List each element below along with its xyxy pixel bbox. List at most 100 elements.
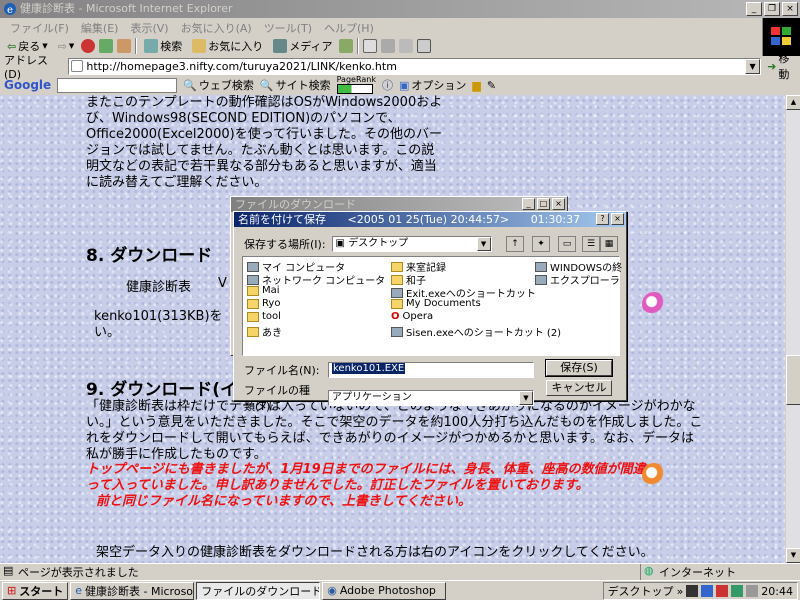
status-text: ページが表示されました <box>18 566 139 579</box>
chevron-right-icon[interactable]: » <box>677 585 684 598</box>
close-button[interactable]: × <box>552 198 565 210</box>
menu-edit[interactable]: 編集(E) <box>75 18 125 36</box>
download-icon-1[interactable] <box>642 292 666 316</box>
refresh-icon[interactable] <box>99 39 114 53</box>
desktop-toolbar-label[interactable]: デスクトップ <box>608 583 674 599</box>
folder-icon <box>247 326 259 337</box>
file-name: Sisen.exeへのショートカット (2) <box>406 328 562 339</box>
new-folder-icon[interactable]: ✦ <box>532 236 550 252</box>
vertical-scrollbar[interactable]: ▲ ▼ <box>785 95 800 563</box>
intro-paragraph: またこのテンプレートの動作確認はOSがWindows2000および、Window… <box>86 95 443 190</box>
search-icon <box>144 39 159 53</box>
tray-icon[interactable] <box>716 585 729 597</box>
address-input[interactable]: http://homepage3.nifty.com/turuya2021/LI… <box>68 57 762 75</box>
web-search-button[interactable]: 🔍 ウェブ検索 <box>183 77 254 93</box>
chevron-down-icon: ▼ <box>42 42 48 50</box>
google-search-input[interactable] <box>57 77 178 93</box>
restore-button[interactable]: □ <box>537 198 550 210</box>
status-bar: ▤ ページが表示されました ◍ インターネット <box>0 563 800 580</box>
media-icon <box>273 39 288 53</box>
menu-favorites[interactable]: お気に入り(A) <box>175 18 258 36</box>
menu-help[interactable]: ヘルプ(H) <box>318 18 380 36</box>
list-item[interactable]: エクスプローラ <box>535 272 620 287</box>
volume-icon[interactable] <box>746 585 759 597</box>
file-list[interactable]: マイ コンピュータ ネットワーク コンピュータ Mai Ryo tool あき … <box>242 256 622 356</box>
home-icon[interactable] <box>117 39 132 53</box>
windows-logo-icon <box>771 27 791 45</box>
save-location-select[interactable]: ▣ デスクトップ ▼ <box>331 236 492 252</box>
file-name: My Documents <box>406 298 481 309</box>
chevron-down-icon[interactable]: ▼ <box>476 237 491 251</box>
close-button[interactable]: × <box>782 2 798 16</box>
options-icon: ▣ <box>398 78 410 92</box>
chevron-down-icon[interactable]: ▼ <box>519 391 533 405</box>
search-button[interactable]: 検索 <box>141 37 185 55</box>
minimize-button[interactable]: _ <box>522 198 535 210</box>
menu-file[interactable]: ファイル(F) <box>4 18 75 36</box>
google-logo[interactable]: Google <box>4 78 51 92</box>
restore-button[interactable]: ❐ <box>764 2 780 16</box>
pencil-icon[interactable]: ✎ <box>487 79 496 92</box>
list-item[interactable]: O Opera <box>391 311 433 322</box>
pagerank-widget: PageRank <box>336 76 376 94</box>
edit-icon[interactable] <box>399 39 414 53</box>
status-message: ▤ ページが表示されました <box>0 564 640 580</box>
menu-view[interactable]: 表示(V) <box>124 18 174 36</box>
folder-icon[interactable]: ▆ <box>472 79 480 92</box>
file-name: Mai <box>262 285 280 296</box>
task-download-dialog[interactable]: ファイルのダウンロード <box>196 581 321 600</box>
scroll-thumb[interactable] <box>786 355 800 405</box>
cancel-button[interactable]: キャンセル <box>546 380 612 396</box>
scroll-down-icon[interactable]: ▼ <box>786 548 800 563</box>
save-button[interactable]: 保存(S) <box>545 359 613 377</box>
tray-icon[interactable] <box>731 585 744 597</box>
list-item[interactable]: あき <box>247 324 282 339</box>
list-item[interactable]: tool <box>247 311 281 322</box>
tray-icon[interactable] <box>686 585 699 597</box>
options-button[interactable]: ▣ オプション <box>399 77 466 93</box>
minimize-button[interactable]: _ <box>746 2 762 16</box>
close-button[interactable]: × <box>611 213 624 225</box>
media-button[interactable]: メディア <box>270 37 335 55</box>
discuss-icon[interactable] <box>417 39 432 53</box>
print-icon[interactable] <box>381 39 396 53</box>
chevron-down-icon[interactable]: ▼ <box>745 58 761 74</box>
list-view-icon[interactable]: ☰ <box>582 236 600 252</box>
standard-toolbar: ⇦ 戻る ▼ ⇨ ▼ 検索 お気に入り メディア <box>0 36 760 56</box>
windows-flag-icon: ⊞ <box>7 584 17 597</box>
download-icon-2[interactable] <box>642 463 666 487</box>
stop-icon[interactable] <box>81 39 96 53</box>
list-item[interactable]: Ryo <box>247 298 280 309</box>
task-photoshop[interactable]: ◉ Adobe Photoshop <box>322 581 447 600</box>
save-as-title: 名前を付けて保存 <box>238 213 326 226</box>
chevron-down-icon: ▼ <box>68 42 75 50</box>
start-label: スタート <box>19 584 64 598</box>
taskbar: ⊞ スタート e 健康診断表 - Microsoft I... ファイルのダウン… <box>0 580 800 600</box>
details-view-icon[interactable]: ▦ <box>600 236 618 252</box>
up-folder-icon[interactable]: ↑ <box>506 236 524 252</box>
list-item[interactable]: Sisen.exeへのショートカット (2) <box>391 324 561 339</box>
favorites-button[interactable]: お気に入り <box>189 37 266 55</box>
help-button[interactable]: ? <box>596 213 609 225</box>
list-item[interactable]: Mai <box>247 285 280 296</box>
start-button[interactable]: ⊞ スタート <box>2 581 69 600</box>
info-icon[interactable]: ⓘ <box>382 77 393 93</box>
save-as-timestamp: <2005 01 25(Tue) 20:44:57> <box>347 213 510 226</box>
section-8-heading: 8. ダウンロード <box>86 246 213 266</box>
mail-icon[interactable] <box>363 39 378 53</box>
file-name-field[interactable]: kenko101.EXE <box>328 362 534 378</box>
scroll-up-icon[interactable]: ▲ <box>786 95 800 110</box>
file-type-select[interactable]: アプリケーション ▼ <box>328 390 534 406</box>
address-bar: アドレス(D) http://homepage3.nifty.com/turuy… <box>0 52 800 81</box>
task-ie-window[interactable]: e 健康診断表 - Microsoft I... <box>70 581 195 600</box>
folder-icon <box>247 285 259 296</box>
history-icon[interactable] <box>339 39 354 53</box>
options-label: オプション <box>411 79 467 92</box>
folder-icon[interactable]: ▭ <box>558 236 576 252</box>
menu-tools[interactable]: ツール(T) <box>258 18 318 36</box>
list-item[interactable]: My Documents <box>391 298 481 309</box>
folder-icon <box>391 298 403 309</box>
site-search-icon: 🔍 <box>259 78 274 92</box>
site-search-button[interactable]: 🔍 サイト検索 <box>260 77 331 93</box>
tray-icon[interactable] <box>701 585 714 597</box>
